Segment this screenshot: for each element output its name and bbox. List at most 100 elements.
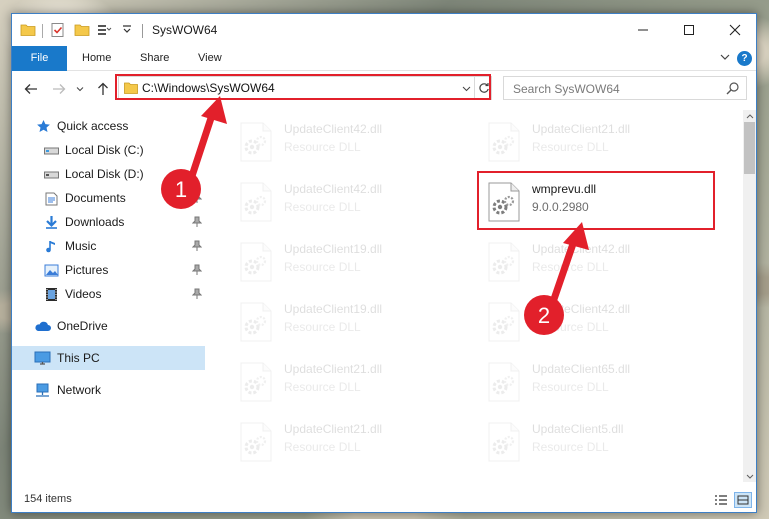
scroll-thumb[interactable] <box>744 122 755 174</box>
help-icon[interactable]: ? <box>737 51 752 66</box>
status-bar: 154 items <box>12 488 756 512</box>
documents-icon <box>45 192 58 206</box>
file-item[interactable]: UpdateClient42.dll Resource DLL <box>461 234 691 290</box>
file-item[interactable]: UpdateClient42.dll Resource DLL <box>461 294 691 350</box>
dll-file-icon <box>239 422 273 465</box>
network-icon <box>36 383 49 397</box>
properties-icon[interactable] <box>50 22 66 38</box>
tab-view[interactable]: View <box>198 46 222 71</box>
scroll-down-button[interactable] <box>744 471 755 482</box>
arrow-up-icon <box>98 82 108 95</box>
pin-icon[interactable] <box>192 288 202 300</box>
expand-ribbon-icon[interactable] <box>720 52 730 62</box>
download-icon <box>46 216 57 229</box>
pictures-icon <box>44 264 59 277</box>
toolbar-divider <box>42 24 43 38</box>
file-name: UpdateClient19.dll <box>284 302 383 316</box>
folder-icon <box>20 24 36 36</box>
details-view-icon <box>715 495 727 505</box>
sidebar-item-onedrive[interactable]: OneDrive <box>12 314 205 338</box>
star-icon <box>37 120 50 132</box>
sidebar-item-label: Music <box>65 239 97 253</box>
close-button[interactable] <box>712 14 758 45</box>
file-item[interactable]: UpdateClient65.dll Resource DLL <box>461 354 691 410</box>
chevron-down-icon <box>76 87 84 92</box>
minimize-icon <box>638 29 648 30</box>
sidebar-item-downloads[interactable]: Downloads <box>12 210 205 234</box>
file-description: Resource DLL <box>284 260 361 274</box>
file-item[interactable]: UpdateClient21.dll Resource DLL <box>213 414 443 470</box>
up-button[interactable] <box>94 80 112 98</box>
back-button[interactable] <box>22 80 40 98</box>
pin-icon[interactable] <box>192 192 202 204</box>
chevron-up-icon <box>746 113 753 118</box>
large-icons-view-icon <box>737 495 749 505</box>
maximize-button[interactable] <box>666 14 712 45</box>
file-item[interactable]: UpdateClient21.dll Resource DLL <box>213 354 443 410</box>
drive-icon <box>44 147 59 155</box>
sidebar-item-pictures[interactable]: Pictures <box>12 258 205 282</box>
arrow-right-icon <box>53 84 66 94</box>
sidebar-item-local-disk-d[interactable]: Local Disk (D:) <box>12 162 205 186</box>
pin-icon[interactable] <box>192 264 202 276</box>
sidebar-item-videos[interactable]: Videos <box>12 282 205 306</box>
file-highlight <box>477 171 715 230</box>
minimize-button[interactable] <box>620 14 666 45</box>
item-count: 154 items <box>24 493 72 505</box>
large-icons-view-button[interactable] <box>734 492 752 508</box>
sidebar-item-quick-access[interactable]: Quick access <box>12 114 205 138</box>
tab-share[interactable]: Share <box>140 46 169 71</box>
scroll-up-button[interactable] <box>744 110 755 121</box>
maximize-icon <box>684 24 694 35</box>
tab-file[interactable]: File <box>12 46 67 71</box>
videos-icon <box>46 288 57 301</box>
pin-icon[interactable] <box>192 240 202 252</box>
file-description: Resource DLL <box>532 320 609 334</box>
details-view-button[interactable] <box>712 492 730 508</box>
file-name: UpdateClient21.dll <box>284 422 383 436</box>
new-folder-icon[interactable] <box>74 22 90 38</box>
file-item[interactable]: UpdateClient42.dll Resource DLL <box>213 114 443 170</box>
file-item[interactable]: UpdateClient42.dll Resource DLL <box>213 174 443 230</box>
file-name: UpdateClient19.dll <box>284 242 383 256</box>
sidebar-item-network[interactable]: Network <box>12 378 205 402</box>
search-input[interactable]: Search SysWOW64 <box>503 76 747 100</box>
sidebar-item-local-disk-c[interactable]: Local Disk (C:) <box>12 138 205 162</box>
sidebar-item-documents[interactable]: Documents <box>12 186 205 210</box>
title-divider <box>142 24 143 38</box>
sidebar-item-label: Downloads <box>65 215 125 229</box>
pin-icon[interactable] <box>192 216 202 228</box>
file-item[interactable]: UpdateClient5.dll Resource DLL <box>461 414 691 470</box>
recent-locations-button[interactable] <box>74 80 86 98</box>
forward-button[interactable] <box>50 80 68 98</box>
dll-file-icon <box>487 422 521 465</box>
tab-home[interactable]: Home <box>82 46 111 71</box>
sidebar-item-label: Documents <box>65 191 126 205</box>
customize-toolbar-icon[interactable] <box>96 22 112 38</box>
sidebar-item-this-pc[interactable]: This PC <box>12 346 205 370</box>
file-description: Resource DLL <box>532 260 609 274</box>
window-title: SysWOW64 <box>152 23 218 37</box>
search-icon[interactable] <box>726 81 740 95</box>
sidebar-item-label: Quick access <box>57 119 129 133</box>
navigation-pane: Quick access Local Disk (C:) Local Disk … <box>12 110 205 482</box>
file-name: UpdateClient42.dll <box>284 182 383 196</box>
title-bar: SysWOW64 <box>12 14 756 46</box>
sidebar-item-label: Local Disk (C:) <box>65 143 144 157</box>
address-bar-highlight <box>115 74 491 100</box>
chevron-down-icon[interactable] <box>122 24 132 34</box>
file-item[interactable]: UpdateClient21.dll Resource DLL <box>461 114 691 170</box>
sidebar-item-label: Local Disk (D:) <box>65 167 144 181</box>
sidebar-item-label: OneDrive <box>57 319 108 333</box>
file-description: Resource DLL <box>284 320 361 334</box>
file-item[interactable]: UpdateClient19.dll Resource DLL <box>213 294 443 350</box>
computer-icon <box>34 351 51 365</box>
vertical-scrollbar[interactable] <box>743 110 756 482</box>
sidebar-item-label: Pictures <box>65 263 109 277</box>
sidebar-item-label: Videos <box>65 287 102 301</box>
file-item[interactable]: UpdateClient19.dll Resource DLL <box>213 234 443 290</box>
dll-file-icon <box>239 182 273 225</box>
sidebar-item-music[interactable]: Music <box>12 234 205 258</box>
close-icon <box>729 24 741 35</box>
search-placeholder: Search SysWOW64 <box>513 82 620 96</box>
